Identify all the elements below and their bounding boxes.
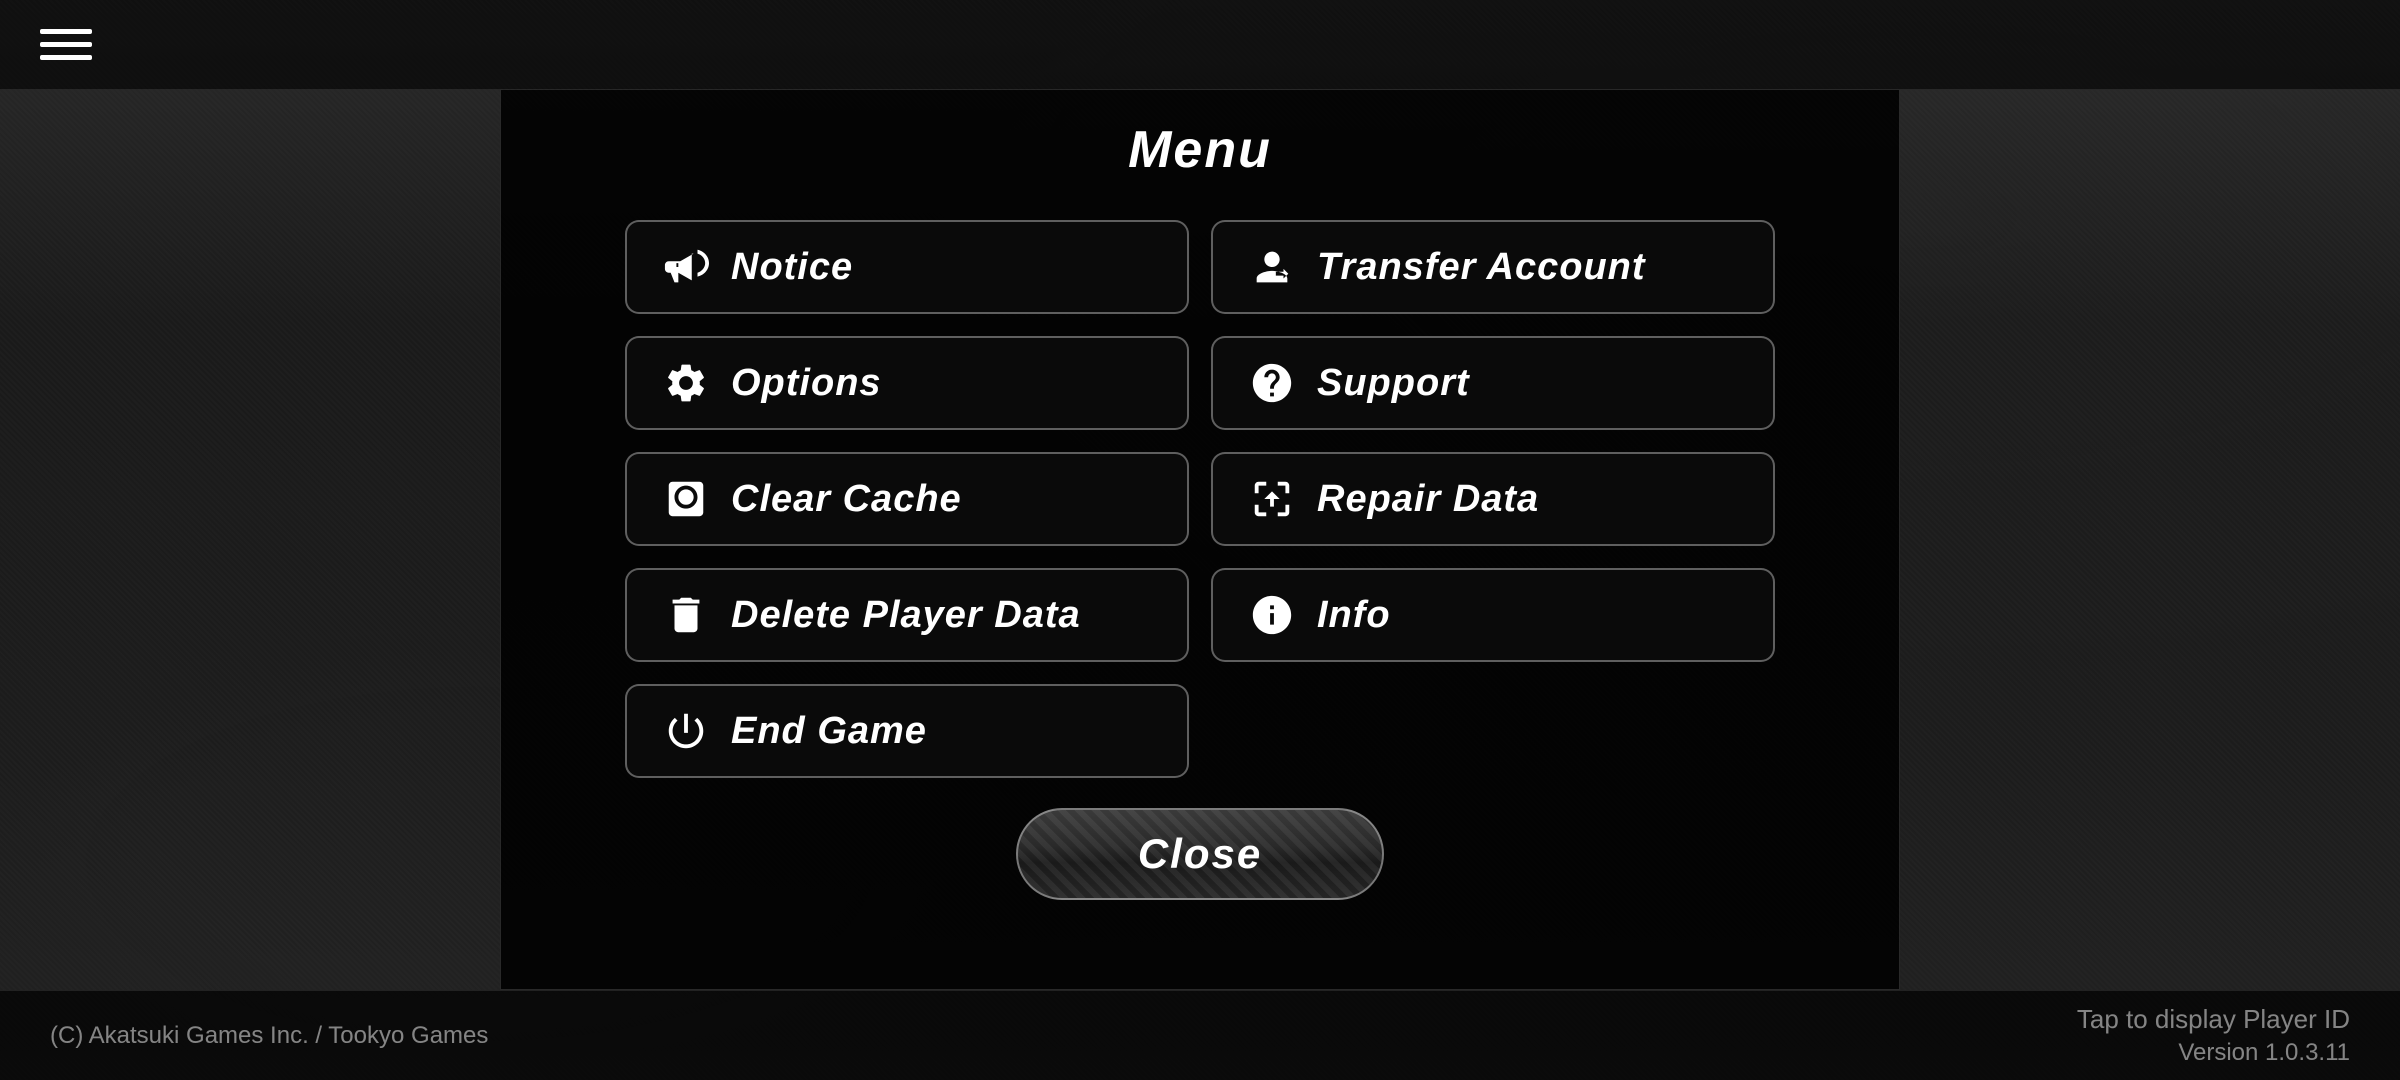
hamburger-line-3: [40, 55, 92, 60]
menu-title: Menu: [1128, 120, 1272, 180]
notice-label: Notice: [731, 246, 853, 289]
question-icon: [1249, 360, 1295, 406]
options-button[interactable]: Options: [625, 336, 1189, 430]
megaphone-icon: [663, 244, 709, 290]
close-button[interactable]: Close: [1016, 808, 1384, 900]
clear-cache-button[interactable]: Clear Cache: [625, 452, 1189, 546]
notice-button[interactable]: Notice: [625, 220, 1189, 314]
repair-data-label: Repair Data: [1317, 478, 1539, 521]
close-button-row: Close: [1016, 808, 1384, 900]
info-label: Info: [1317, 594, 1391, 637]
version-text: Version 1.0.3.11: [2178, 1039, 2350, 1067]
transfer-account-button[interactable]: Transfer Account: [1211, 220, 1775, 314]
delete-player-data-label: Delete Player Data: [731, 594, 1081, 637]
power-icon: [663, 708, 709, 754]
repair-icon: [1249, 476, 1295, 522]
info-icon: [1249, 592, 1295, 638]
copyright-text: (C) Akatsuki Games Inc. / Tookyo Games: [50, 1022, 488, 1050]
repair-data-button[interactable]: Repair Data: [1211, 452, 1775, 546]
hamburger-menu-button[interactable]: [40, 29, 92, 60]
hamburger-line-2: [40, 42, 92, 47]
end-game-label: End Game: [731, 710, 927, 753]
tap-player-id-text[interactable]: Tap to display Player ID: [2077, 1004, 2350, 1035]
top-bar: [0, 0, 2400, 90]
end-game-row: End Game: [625, 684, 1775, 778]
gear-icon: [663, 360, 709, 406]
clearcache-icon: [663, 476, 709, 522]
end-game-button[interactable]: End Game: [625, 684, 1189, 778]
trash-icon: [663, 592, 709, 638]
delete-player-data-button[interactable]: Delete Player Data: [625, 568, 1189, 662]
transfer-account-label: Transfer Account: [1317, 246, 1646, 289]
menu-buttons-grid: Notice Transfer Account Options Support: [625, 220, 1775, 662]
bottom-right-info: Tap to display Player ID Version 1.0.3.1…: [2077, 1004, 2350, 1067]
clear-cache-label: Clear Cache: [731, 478, 962, 521]
support-button[interactable]: Support: [1211, 336, 1775, 430]
hamburger-line-1: [40, 29, 92, 34]
menu-panel: Menu Notice Transfer Account Options: [500, 90, 1900, 990]
info-button[interactable]: Info: [1211, 568, 1775, 662]
support-label: Support: [1317, 362, 1470, 405]
options-label: Options: [731, 362, 882, 405]
transfer-icon: [1249, 244, 1295, 290]
close-label: Close: [1138, 830, 1262, 877]
bottom-bar: (C) Akatsuki Games Inc. / Tookyo Games T…: [0, 990, 2400, 1080]
